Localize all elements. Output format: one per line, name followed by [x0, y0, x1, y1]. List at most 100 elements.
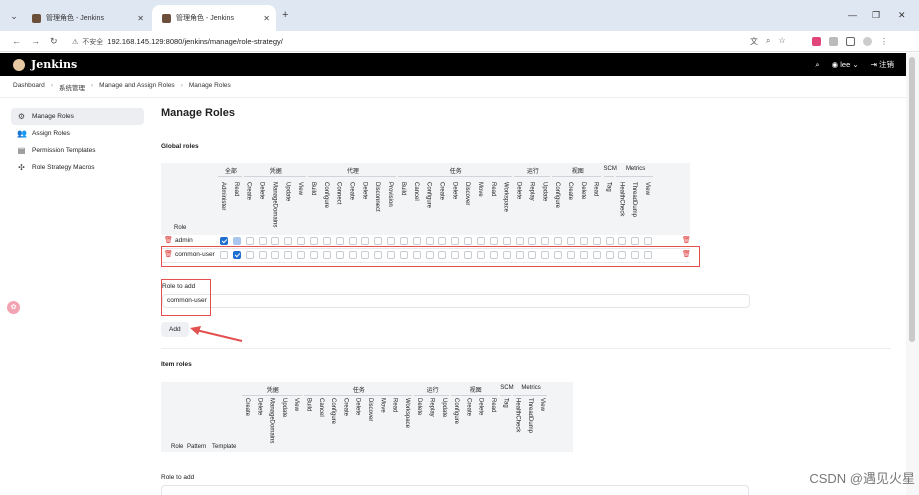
- reload-icon[interactable]: ↻: [50, 35, 58, 47]
- permission-checkbox[interactable]: [618, 237, 627, 245]
- permission-header: Delete: [416, 398, 423, 416]
- sidebar-item-manage-roles[interactable]: ⚙ Manage Roles: [11, 108, 144, 125]
- permission-header: Update: [440, 398, 447, 418]
- permission-header: Tag: [502, 398, 509, 408]
- breadcrumb-dashboard[interactable]: Dashboard: [13, 82, 45, 92]
- scrollbar-thumb[interactable]: [909, 57, 915, 342]
- highlight-role-to-add: [161, 279, 211, 316]
- search-icon[interactable]: ⌕: [815, 60, 819, 70]
- permission-checkbox[interactable]: [232, 237, 241, 245]
- extensions-puzzle-icon[interactable]: [846, 37, 855, 46]
- new-tab-icon[interactable]: +: [282, 9, 288, 21]
- profile-avatar-icon[interactable]: [863, 37, 872, 46]
- permission-group-divider: [512, 395, 548, 396]
- sidebar-item-assign-roles[interactable]: 👥 Assign Roles: [11, 125, 144, 142]
- menu-dots-icon[interactable]: ⋮: [880, 37, 888, 46]
- jenkins-logo-icon[interactable]: [13, 58, 25, 71]
- permission-checkbox[interactable]: [515, 237, 524, 245]
- permission-header: View: [297, 182, 304, 195]
- permission-checkbox[interactable]: [631, 237, 640, 245]
- minimize-icon[interactable]: —: [848, 9, 857, 21]
- breadcrumb-manage-roles[interactable]: Manage Roles: [189, 82, 231, 92]
- permission-group-divider: [513, 176, 551, 177]
- permission-checkbox[interactable]: [438, 237, 447, 245]
- permission-checkbox[interactable]: [284, 237, 293, 245]
- permission-checkbox[interactable]: [644, 237, 653, 245]
- permission-header: Read: [391, 398, 398, 413]
- forward-icon[interactable]: →: [31, 35, 40, 47]
- item-role-to-add-input[interactable]: [161, 485, 749, 495]
- user-menu[interactable]: ◉ lee ⌄: [832, 60, 859, 69]
- permission-checkbox[interactable]: [309, 237, 318, 245]
- delete-role-icon[interactable]: 🗑: [682, 236, 691, 244]
- permission-group-label: 视图: [469, 388, 482, 394]
- permission-checkbox[interactable]: [477, 237, 485, 245]
- browser-tab-1[interactable]: 管理角色 - Jenkins ✕: [22, 5, 150, 31]
- permission-header: Delete: [361, 182, 368, 200]
- sidebar-item-label: Role Strategy Macros: [32, 164, 95, 171]
- translate-icon[interactable]: 文: [750, 36, 758, 47]
- extension-icon[interactable]: [829, 37, 838, 46]
- permission-checkbox[interactable]: [271, 237, 280, 245]
- logout-link[interactable]: ⇥ 注销: [871, 59, 894, 70]
- permission-checkbox[interactable]: [297, 237, 306, 245]
- permission-checkbox[interactable]: [592, 237, 601, 245]
- user-name: lee: [840, 60, 851, 69]
- permission-group-label: 运行: [426, 388, 439, 394]
- permission-group-divider: [500, 395, 511, 396]
- warning-icon[interactable]: ⚠: [72, 38, 78, 46]
- tab-search-icon[interactable]: ⌄: [6, 9, 22, 23]
- permission-header: Disconnect: [374, 182, 381, 212]
- floating-assistant-icon[interactable]: ✿: [7, 301, 20, 314]
- permission-group-label: 凭据: [266, 388, 279, 394]
- permission-checkbox[interactable]: [502, 237, 511, 245]
- breadcrumb-manage-assign[interactable]: Manage and Assign Roles: [99, 82, 175, 92]
- breadcrumb-system[interactable]: 系统管理: [59, 82, 85, 92]
- permission-checkbox[interactable]: [245, 237, 254, 245]
- role-to-add-input[interactable]: common-user: [162, 294, 750, 308]
- permission-header: Discover: [464, 182, 471, 206]
- permission-checkbox[interactable]: [322, 237, 331, 245]
- breadcrumb-separator-icon: ›: [50, 82, 53, 89]
- sidebar-item-permission-templates[interactable]: ▤ Permission Templates: [11, 142, 144, 159]
- permission-checkbox[interactable]: [528, 237, 537, 245]
- permission-checkbox[interactable]: [451, 237, 460, 245]
- zoom-icon[interactable]: ⌕: [766, 36, 770, 47]
- jenkins-title[interactable]: Jenkins: [31, 58, 77, 71]
- extension-icon[interactable]: [812, 37, 821, 46]
- permission-checkbox[interactable]: [412, 237, 421, 245]
- address-bar[interactable]: ⚠ 不安全 192.168.145.129:8080/jenkins/manag…: [66, 34, 802, 49]
- page-scrollbar[interactable]: [906, 53, 919, 495]
- permission-checkbox[interactable]: [220, 237, 228, 245]
- bookmark-star-icon[interactable]: ☆: [778, 36, 785, 47]
- permission-checkbox[interactable]: [464, 237, 473, 245]
- restore-icon[interactable]: ❐: [872, 9, 880, 21]
- permission-checkbox[interactable]: [541, 237, 550, 245]
- permission-checkbox[interactable]: [361, 237, 370, 245]
- close-icon[interactable]: ✕: [137, 14, 144, 23]
- permission-header: Update: [284, 182, 291, 202]
- permission-header: Configure: [425, 182, 432, 209]
- add-global-role-button[interactable]: Add: [161, 322, 189, 337]
- sidebar-item-label: Permission Templates: [32, 147, 96, 154]
- permission-checkbox[interactable]: [258, 237, 267, 245]
- permission-checkbox[interactable]: [566, 237, 575, 245]
- permission-checkbox[interactable]: [425, 237, 434, 245]
- browser-tab-2[interactable]: 管理角色 - Jenkins ✕: [152, 5, 276, 31]
- permission-checkbox[interactable]: [489, 237, 498, 245]
- permission-checkbox[interactable]: [605, 237, 614, 245]
- permission-checkbox[interactable]: [554, 237, 563, 245]
- permission-checkbox[interactable]: [579, 237, 588, 245]
- close-icon[interactable]: ✕: [263, 14, 270, 23]
- sidebar-item-role-strategy-macros[interactable]: ✣ Role Strategy Macros: [11, 159, 144, 176]
- window-close-icon[interactable]: ✕: [898, 9, 906, 21]
- permission-header: Create: [245, 182, 252, 201]
- permission-checkbox[interactable]: [374, 237, 383, 245]
- permission-checkbox[interactable]: [348, 237, 357, 245]
- permission-checkbox[interactable]: [387, 237, 396, 245]
- back-icon[interactable]: ←: [12, 35, 21, 47]
- delete-role-icon[interactable]: 🗑: [164, 236, 173, 244]
- breadcrumb: Dashboard › 系统管理 › Manage and Assign Rol…: [13, 82, 231, 92]
- permission-checkbox[interactable]: [399, 237, 408, 245]
- permission-checkbox[interactable]: [335, 237, 344, 245]
